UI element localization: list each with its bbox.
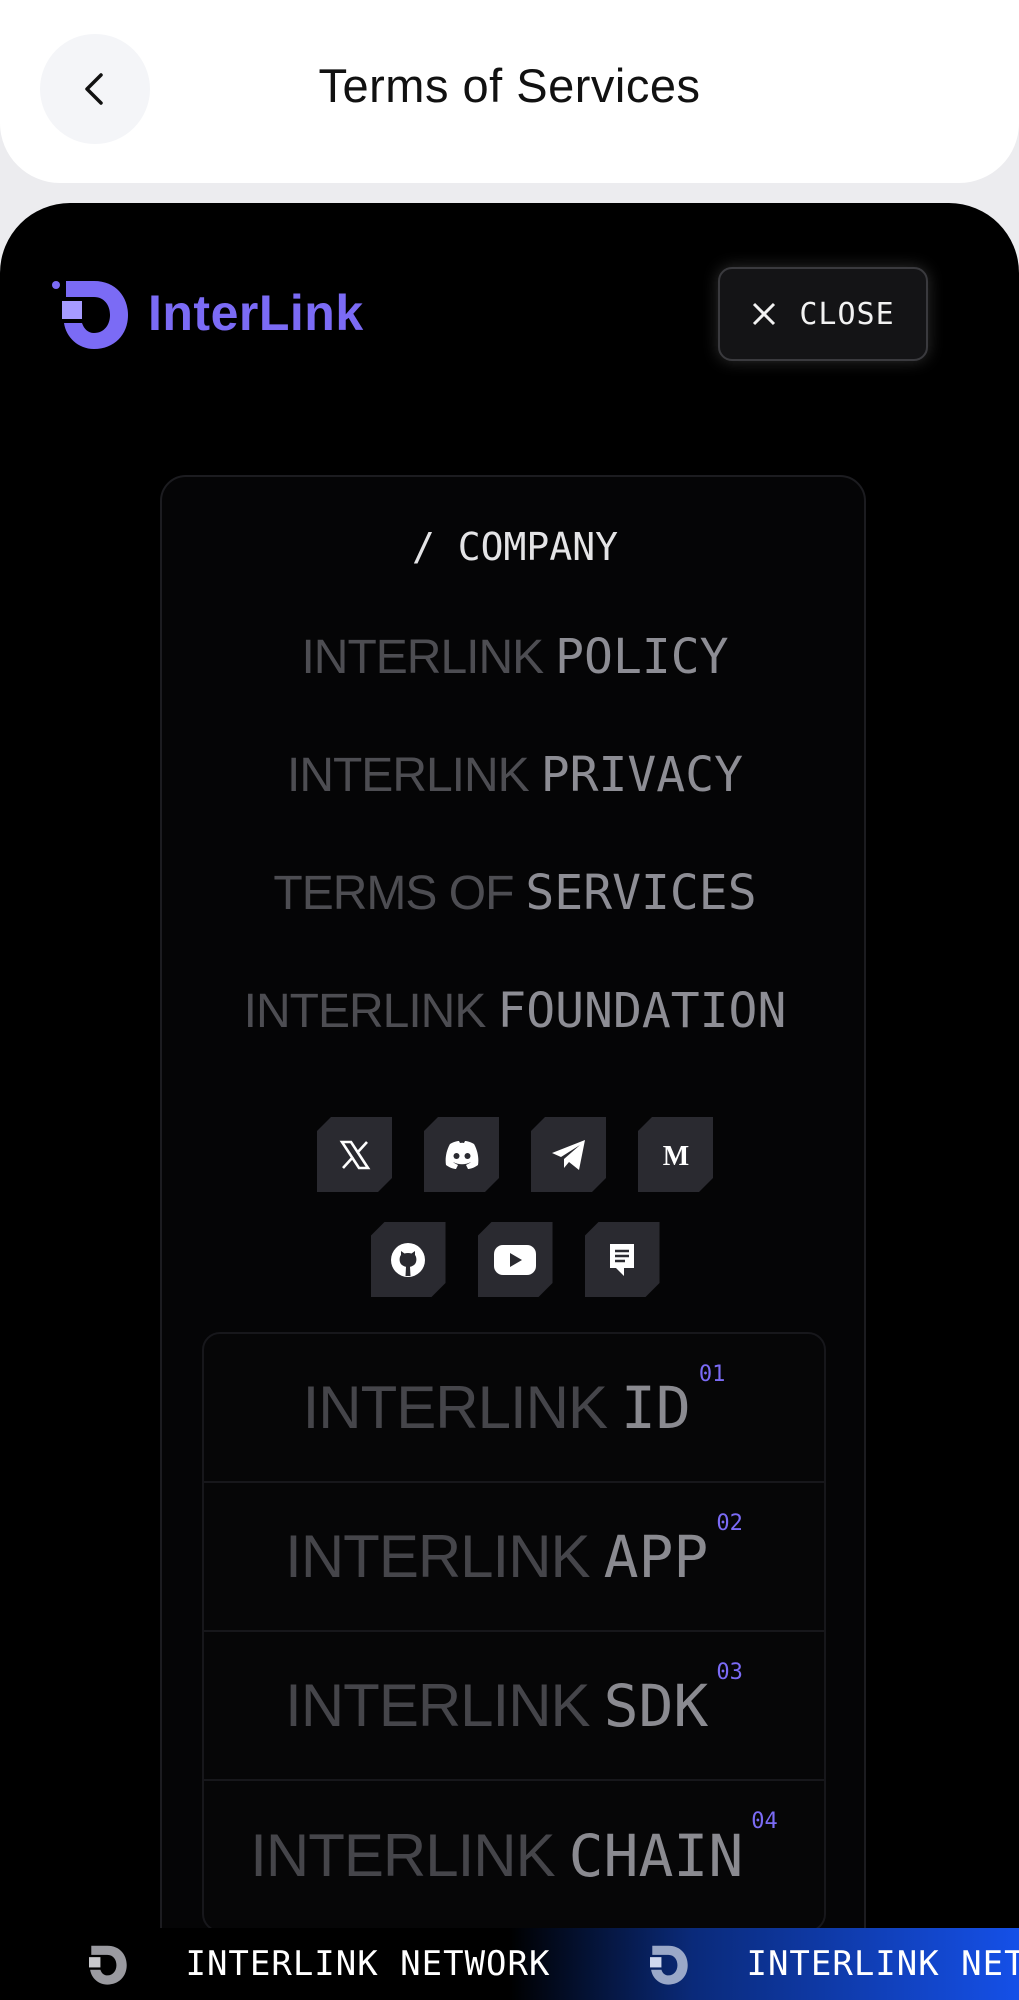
close-label: CLOSE: [799, 296, 895, 332]
interlink-logo-icon: [650, 1945, 689, 1985]
product-interlink-app[interactable]: INTERLINK APP 02: [204, 1483, 824, 1632]
product-label: ID: [621, 1373, 691, 1442]
link-terms-of-services[interactable]: TERMS OF SERVICES: [162, 865, 868, 921]
app-bar: Terms of Services: [0, 0, 1019, 183]
medium-icon: M: [659, 1140, 693, 1170]
ticker-item: INTERLINK NETWORK: [642, 1940, 1019, 1988]
page-title: Terms of Services: [318, 59, 701, 112]
product-prefix: INTERLINK: [285, 1672, 590, 1739]
product-prefix: INTERLINK: [250, 1822, 555, 1889]
close-button[interactable]: CLOSE: [718, 267, 928, 361]
product-number: 04: [751, 1809, 778, 1834]
product-list: INTERLINK ID 01 INTERLINK APP 02 INTERLI…: [202, 1332, 826, 1932]
product-interlink-chain[interactable]: INTERLINK CHAIN 04: [204, 1781, 824, 1930]
youtube-button[interactable]: [478, 1222, 553, 1297]
product-number: 02: [716, 1511, 743, 1536]
link-interlink-policy[interactable]: INTERLINK POLICY: [162, 629, 868, 685]
svg-text:M: M: [662, 1141, 688, 1170]
product-label: CHAIN: [568, 1821, 744, 1890]
social-row: M: [162, 1117, 868, 1192]
youtube-icon: [493, 1244, 537, 1276]
interlink-logo-icon: [89, 1945, 128, 1985]
x-button[interactable]: [317, 1117, 392, 1192]
link-label: POLICY: [555, 629, 729, 685]
product-interlink-id[interactable]: INTERLINK ID 01: [204, 1334, 824, 1483]
ticker-text: INTERLINK NETWORK: [746, 1944, 1019, 1984]
ticker-item: INTERLINK NETWORK: [81, 1940, 550, 1988]
network-ticker: K INTERLINK NETWORK INTERLINK NETWORK: [0, 1928, 1019, 2000]
brand-name: InterLink: [148, 285, 364, 341]
link-prefix: INTERLINK: [243, 985, 487, 1038]
link-label: SERVICES: [525, 865, 757, 921]
github-button[interactable]: [371, 1222, 446, 1297]
link-label: PRIVACY: [540, 747, 743, 803]
link-prefix: INTERLINK: [301, 631, 544, 684]
docs-icon: [608, 1242, 636, 1278]
product-number: 01: [698, 1362, 726, 1387]
brand-logo[interactable]: InterLink: [48, 271, 364, 355]
company-menu: / COMPANY INTERLINK POLICY INTERLINK PRIVA…: [160, 475, 866, 2000]
discord-icon: [442, 1139, 482, 1171]
telegram-button[interactable]: [531, 1117, 606, 1192]
discord-button[interactable]: [424, 1117, 499, 1192]
link-prefix: INTERLINK: [286, 749, 530, 802]
link-interlink-foundation[interactable]: INTERLINK FOUNDATION: [162, 983, 868, 1039]
close-icon: [753, 302, 776, 326]
medium-button[interactable]: M: [638, 1117, 713, 1192]
interlink-logo-icon: [52, 281, 128, 349]
product-interlink-sdk[interactable]: INTERLINK SDK 03: [204, 1632, 824, 1781]
menu-panel: InterLink CLOSE / COMPANY INTERLINK POLIC…: [0, 203, 1019, 2000]
ticker-text: INTERLINK NETWORK: [185, 1944, 551, 1984]
social-row-2: [162, 1222, 868, 1297]
link-interlink-privacy[interactable]: INTERLINK PRIVACY: [162, 747, 868, 803]
product-prefix: INTERLINK: [302, 1374, 608, 1441]
docs-button[interactable]: [585, 1222, 660, 1297]
telegram-icon: [550, 1138, 588, 1172]
github-icon: [389, 1241, 427, 1279]
link-prefix: TERMS OF: [273, 867, 514, 920]
link-label: FOUNDATION: [497, 983, 787, 1039]
product-label: APP: [603, 1522, 709, 1591]
x-icon: [338, 1138, 372, 1172]
ticker-track: K INTERLINK NETWORK INTERLINK NETWORK: [0, 1928, 1019, 2000]
product-number: 03: [716, 1660, 743, 1685]
company-heading: / COMPANY: [412, 525, 618, 569]
product-prefix: INTERLINK: [285, 1523, 590, 1590]
product-label: SDK: [603, 1671, 709, 1740]
